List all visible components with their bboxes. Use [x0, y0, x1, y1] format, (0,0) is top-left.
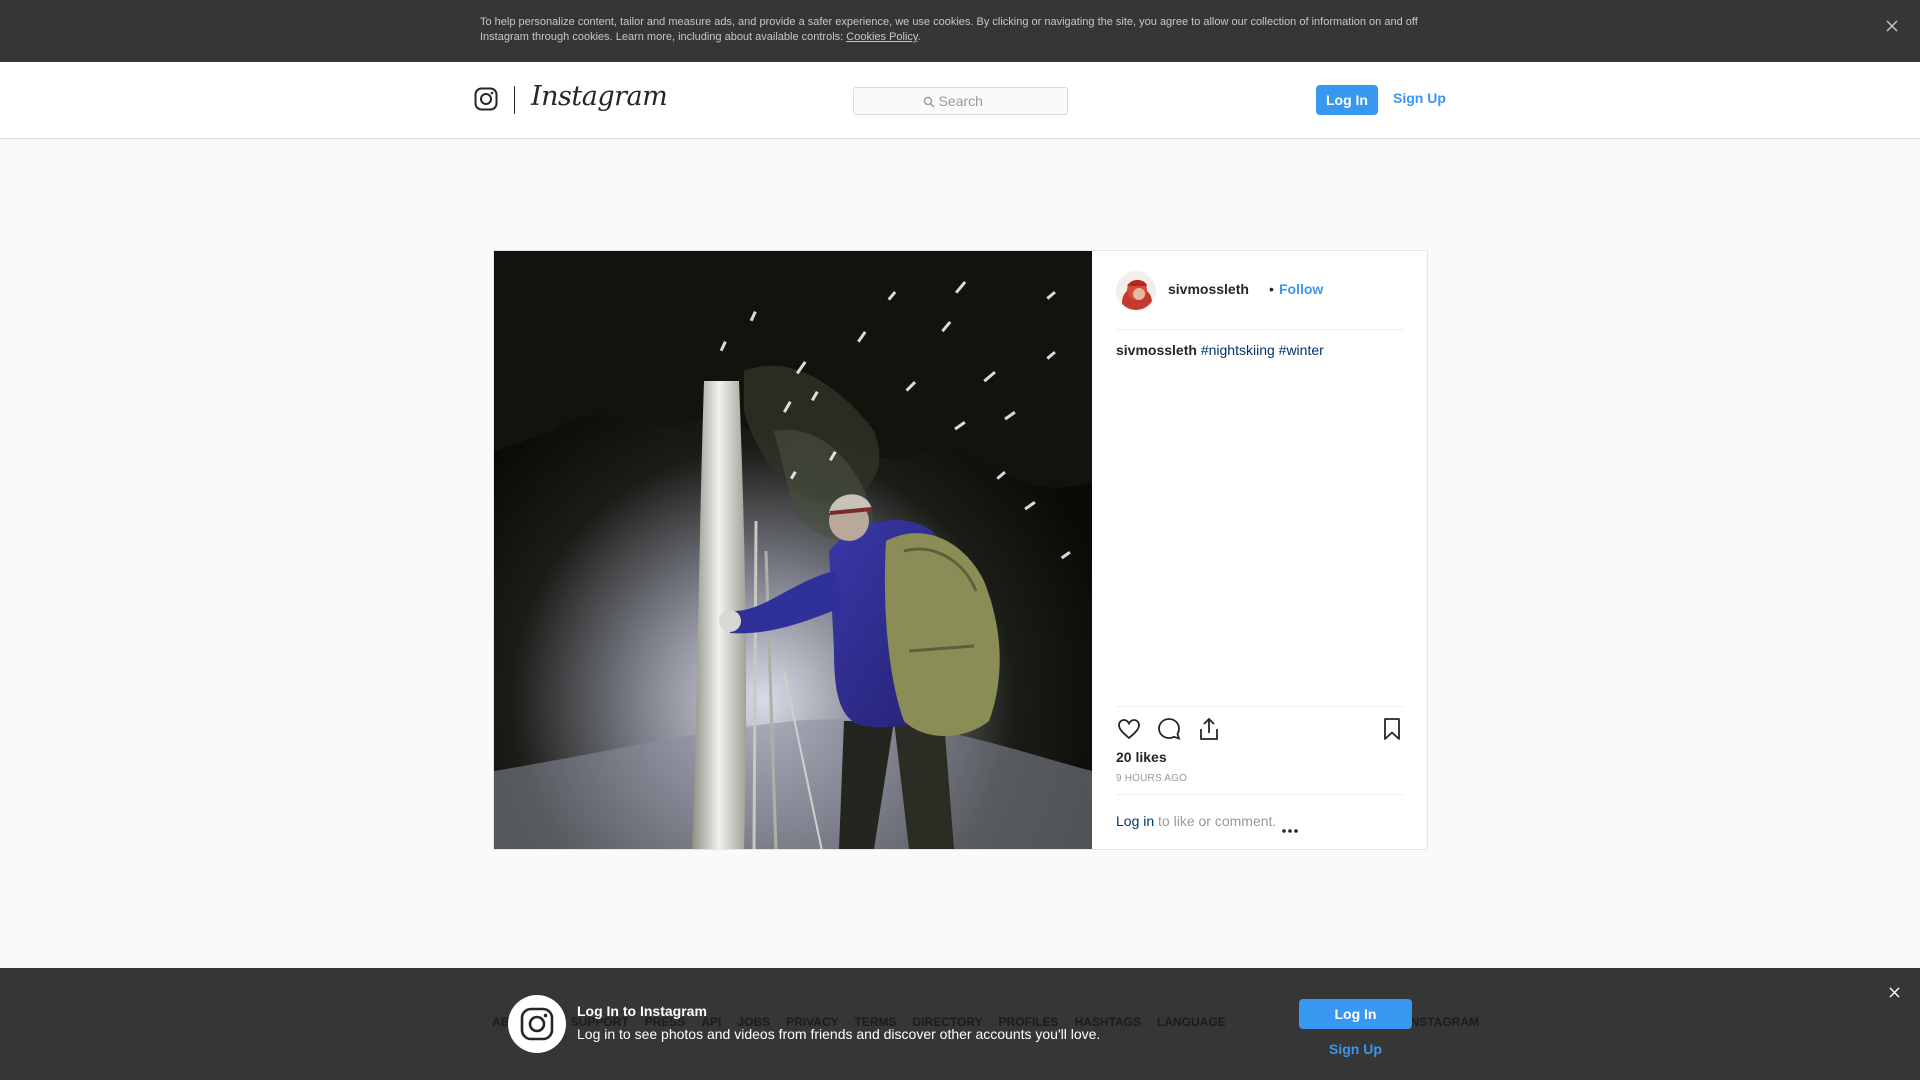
post-sidebar: sivmossleth • Follow sivmossleth #nights…: [1092, 251, 1427, 849]
footer-link[interactable]: LANGUAGE: [1157, 1015, 1226, 1029]
login-button[interactable]: Log In: [1316, 85, 1378, 115]
post-card: sivmossleth • Follow sivmossleth #nights…: [493, 250, 1428, 850]
share-icon[interactable]: [1196, 716, 1222, 742]
logo-divider: [514, 86, 515, 114]
more-options-icon[interactable]: [1280, 821, 1300, 833]
instagram-glyph-icon[interactable]: [474, 87, 498, 111]
close-icon[interactable]: [1884, 982, 1904, 1002]
login-prompt-title: Log In to Instagram: [577, 1003, 707, 1019]
post-photo[interactable]: [494, 251, 1092, 849]
separator-dot: •: [1269, 281, 1274, 297]
login-to-comment: Log in to like or comment.: [1116, 813, 1276, 829]
heart-icon[interactable]: [1116, 716, 1142, 742]
instagram-wordmark[interactable]: Instagram: [531, 81, 668, 112]
cookie-text: To help personalize content, tailor and …: [480, 16, 1418, 43]
search-input[interactable]: [938, 93, 999, 109]
hashtag-winter[interactable]: #winter: [1279, 342, 1324, 358]
login-prompt-banner: ABOUT US SUPPORT PRESS API JOBS PRIVACY …: [0, 968, 1920, 1080]
hashtag-nightskiing[interactable]: #nightskiing: [1201, 342, 1275, 358]
post-header: sivmossleth • Follow: [1116, 251, 1403, 330]
caption-username[interactable]: sivmossleth: [1116, 342, 1197, 358]
signup-link[interactable]: Sign Up: [1393, 90, 1446, 106]
post-timestamp: 9 HOURS AGO: [1116, 773, 1188, 784]
post-caption: sivmossleth #nightskiing #winter: [1116, 341, 1403, 359]
close-icon[interactable]: [1882, 16, 1902, 36]
bookmark-icon[interactable]: [1379, 716, 1405, 742]
comment-icon[interactable]: [1156, 716, 1182, 742]
login-link[interactable]: Log in: [1116, 813, 1154, 829]
comment-divider: [1116, 794, 1403, 795]
actions-divider: [1116, 706, 1403, 707]
likes-count[interactable]: 20 likes: [1116, 749, 1167, 765]
search-icon: [923, 95, 935, 108]
cookie-message: To help personalize content, tailor and …: [480, 16, 1418, 43]
cookie-banner: To help personalize content, tailor and …: [0, 0, 1920, 62]
login-suffix-text: to like or comment.: [1154, 813, 1277, 829]
login-prompt-subtitle: Log in to see photos and videos from fri…: [577, 1026, 1101, 1042]
instagram-logo-icon: [508, 995, 566, 1053]
cookies-policy-link[interactable]: Cookies Policy: [846, 31, 917, 43]
login-prompt-login-button[interactable]: Log In: [1299, 999, 1412, 1029]
avatar[interactable]: [1116, 271, 1156, 311]
post-author-username[interactable]: sivmossleth: [1168, 281, 1249, 297]
login-prompt-signup-link[interactable]: Sign Up: [1329, 1041, 1382, 1057]
follow-button[interactable]: Follow: [1279, 281, 1323, 297]
top-nav: Instagram Log In Sign Up: [0, 62, 1920, 139]
search-box[interactable]: [853, 87, 1068, 115]
